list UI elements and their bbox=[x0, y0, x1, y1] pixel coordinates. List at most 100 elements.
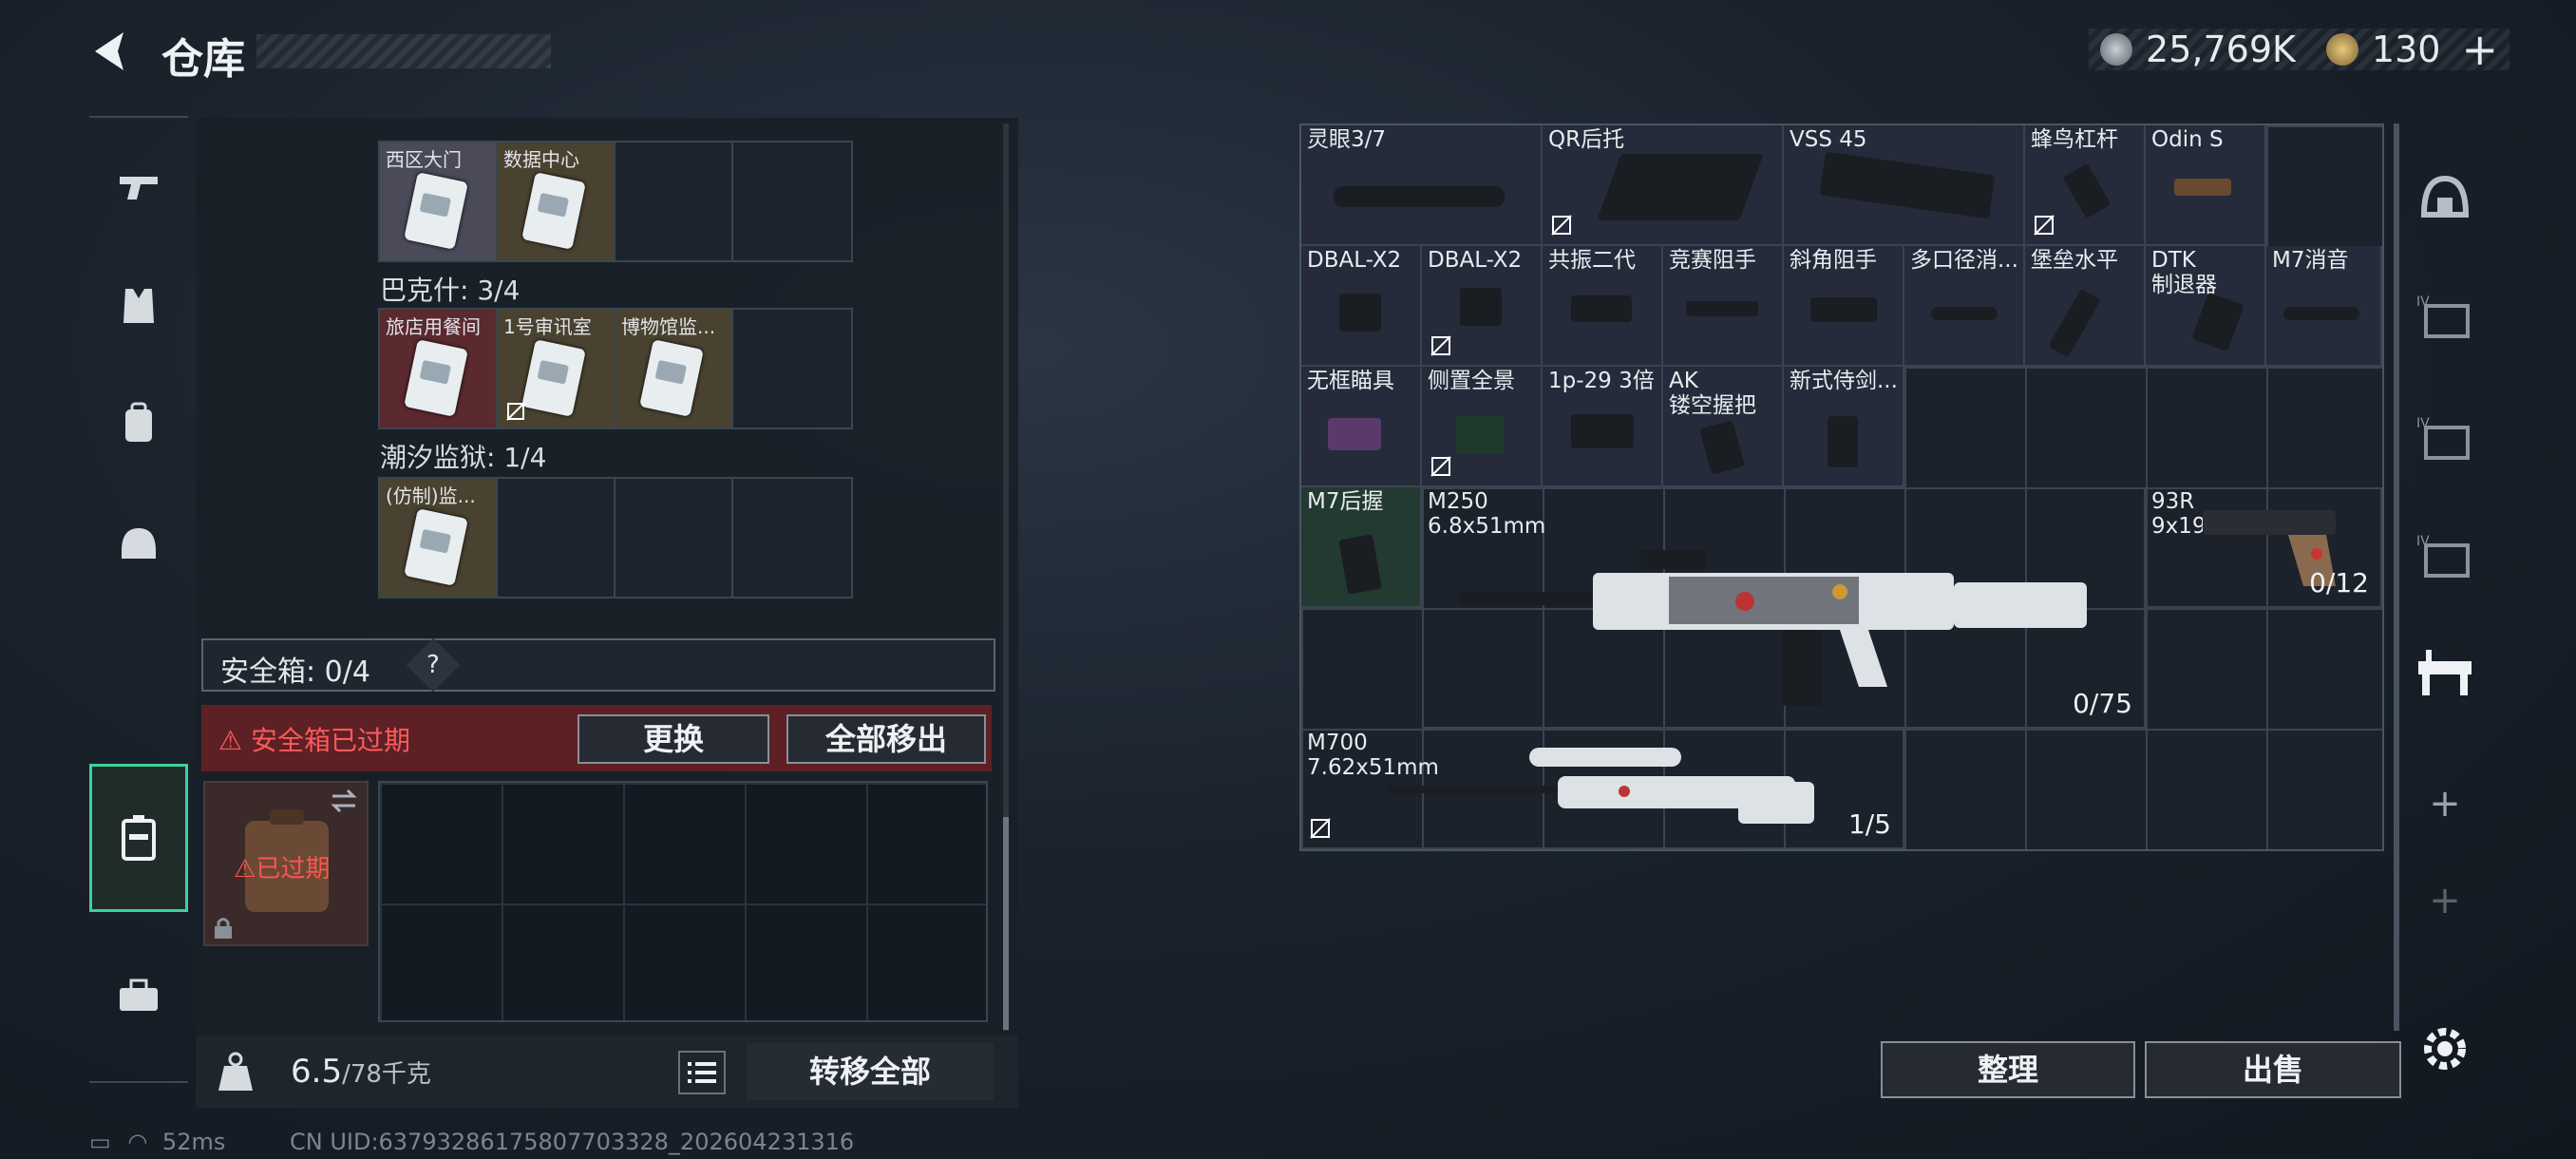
key-slot-empty[interactable] bbox=[616, 479, 733, 597]
item-name: M7后握 bbox=[1307, 489, 1384, 514]
tab-safe-box-iv-1[interactable]: IV bbox=[2401, 268, 2489, 367]
currency-bar: 25,769K 130 + bbox=[2089, 24, 2510, 75]
stash-item[interactable]: 竞赛阻手 bbox=[1663, 246, 1784, 367]
workbench-icon bbox=[2418, 650, 2472, 695]
key-slot[interactable]: 旅店用餐间 bbox=[380, 310, 498, 428]
helmet-outline-icon bbox=[2420, 175, 2470, 218]
key-slot[interactable]: 西区大门 bbox=[380, 142, 498, 260]
nav-toolbox[interactable] bbox=[89, 946, 188, 1045]
stash-item[interactable]: 新式侍剑... bbox=[1784, 367, 1904, 487]
tab-add-1[interactable]: + bbox=[2401, 754, 2489, 853]
key-name: 旅店用餐间 bbox=[386, 315, 481, 338]
silver-coin-icon bbox=[2100, 33, 2133, 66]
silver-currency-value: 25,769K bbox=[2146, 28, 2296, 70]
keycard-icon bbox=[521, 172, 586, 250]
sort-button[interactable]: 整理 bbox=[1881, 1041, 2135, 1098]
keycard-icon bbox=[404, 172, 468, 250]
stash-grid: 灵眼3/7 QR后托 VSS 45 蜂鸟杠杆 Odin S DBAL-X2 DB… bbox=[1299, 124, 2384, 851]
title-decoration bbox=[256, 34, 551, 68]
weight-icon bbox=[218, 1052, 253, 1091]
stash-item[interactable]: VSS 45 bbox=[1784, 125, 2025, 246]
scope-icon bbox=[1334, 186, 1505, 207]
stash-item[interactable]: Odin S bbox=[2146, 125, 2266, 246]
no-share-icon bbox=[1310, 818, 1331, 839]
stash-item[interactable]: 1p-29 3倍 bbox=[1543, 367, 1663, 487]
key-slot-empty[interactable] bbox=[616, 142, 733, 260]
key-slot[interactable]: 数据中心 bbox=[498, 142, 616, 260]
gold-currency-value: 130 bbox=[2371, 28, 2441, 70]
help-glyph: ? bbox=[426, 651, 440, 679]
stash-item[interactable]: 共振二代 bbox=[1543, 246, 1663, 367]
laser-icon bbox=[1339, 294, 1381, 332]
stash-item[interactable]: 斜角阻手 bbox=[1784, 246, 1904, 367]
key-slot[interactable]: 博物馆监... bbox=[616, 310, 733, 428]
stash-item[interactable]: 多口径消... bbox=[1904, 246, 2025, 367]
stash-item[interactable]: AK 镂空握把 bbox=[1663, 367, 1784, 487]
grip-icon bbox=[1571, 295, 1632, 322]
help-icon[interactable]: ? bbox=[406, 637, 461, 693]
key-group-label: 巴克什: 3/4 bbox=[380, 275, 521, 306]
settings-gear-icon[interactable] bbox=[2418, 1022, 2472, 1075]
key-slot-empty[interactable] bbox=[733, 310, 851, 428]
toolbox-icon bbox=[120, 978, 158, 1011]
stash-item[interactable]: QR后托 bbox=[1543, 125, 1784, 246]
nav-helmet[interactable] bbox=[89, 494, 188, 593]
sell-button[interactable]: 出售 bbox=[2145, 1041, 2401, 1098]
ammo-count: 0/75 bbox=[2073, 688, 2132, 719]
muzzle-icon bbox=[2048, 288, 2101, 358]
tab-workbench[interactable] bbox=[2401, 623, 2489, 722]
stash-item[interactable]: M250 6.8x51mm 0/75 bbox=[1422, 487, 2146, 729]
nav-weapons[interactable] bbox=[89, 137, 188, 236]
safebox-header: 安全箱: 0/4 ? bbox=[201, 637, 995, 693]
nav-backpack[interactable] bbox=[89, 374, 188, 473]
stash-item[interactable]: M7消音 bbox=[2266, 246, 2382, 367]
key-name: 数据中心 bbox=[503, 148, 579, 171]
stash-item[interactable]: DBAL-X2 bbox=[1301, 246, 1422, 367]
stash-item[interactable]: M7后握 bbox=[1301, 487, 1422, 608]
item-name: Odin S bbox=[2151, 127, 2224, 152]
tab-add-2[interactable]: + bbox=[2401, 851, 2489, 950]
add-currency-button[interactable]: + bbox=[2461, 24, 2498, 75]
back-arrow-icon[interactable] bbox=[85, 27, 135, 76]
right-scrollbar[interactable] bbox=[2394, 124, 2399, 1031]
safebox-grid[interactable] bbox=[378, 781, 988, 1022]
page-title: 仓库 bbox=[161, 35, 245, 84]
transfer-all-button[interactable]: 转移全部 bbox=[747, 1043, 994, 1100]
stash-item[interactable]: DBAL-X2 bbox=[1422, 246, 1543, 367]
stash-item[interactable]: 蜂鸟杠杆 bbox=[2025, 125, 2146, 246]
magazine-icon bbox=[1819, 151, 1996, 219]
key-slot-empty[interactable] bbox=[733, 479, 851, 597]
ping-value: 52ms bbox=[161, 1129, 226, 1155]
no-share-icon bbox=[2034, 215, 2055, 236]
tab-safe-box-iv-3[interactable]: IV bbox=[2401, 507, 2489, 606]
safebox-case-slot[interactable]: ⚠已过期 bbox=[203, 781, 369, 946]
key-slot[interactable]: (仿制)监... bbox=[380, 479, 498, 597]
stash-item[interactable]: 无框瞄具 bbox=[1301, 367, 1422, 487]
swap-button[interactable]: 更换 bbox=[578, 714, 769, 764]
move-all-out-button[interactable]: 全部移出 bbox=[786, 714, 986, 764]
key-name: 1号审讯室 bbox=[503, 315, 592, 338]
stash-item[interactable]: M700 7.62x51mm 1/5 bbox=[1301, 729, 1904, 849]
key-row-3: (仿制)监... bbox=[378, 477, 853, 598]
key-slot-empty[interactable] bbox=[498, 479, 616, 597]
stash-item[interactable]: DTK 制退器 bbox=[2146, 246, 2266, 367]
status-line: ▭ ◠ 52ms CN UID:6379328617580770332​8_20… bbox=[89, 1129, 854, 1155]
stash-item[interactable]: 灵眼3/7 bbox=[1301, 125, 1543, 246]
flashlight-icon bbox=[2174, 179, 2231, 196]
nav-armor[interactable] bbox=[89, 256, 188, 355]
stash-item[interactable]: 堡垒水平 bbox=[2025, 246, 2146, 367]
key-slot[interactable]: 1号审讯室 bbox=[498, 310, 616, 428]
item-name: 竞赛阻手 bbox=[1669, 248, 1756, 273]
item-name: 共振二代 bbox=[1548, 248, 1636, 273]
list-view-button[interactable] bbox=[678, 1051, 726, 1094]
item-name: 新式侍剑... bbox=[1790, 369, 1898, 393]
nav-safebox[interactable] bbox=[89, 764, 188, 912]
stash-item[interactable]: 侧置全景 bbox=[1422, 367, 1543, 487]
key-slot-empty[interactable] bbox=[733, 142, 851, 260]
svg-text:IV: IV bbox=[2416, 294, 2430, 310]
left-scrollbar-thumb[interactable] bbox=[1003, 817, 1009, 1030]
tab-safe-box-iv-2[interactable]: IV bbox=[2401, 390, 2489, 488]
tab-helmet-storage[interactable] bbox=[2401, 148, 2489, 247]
stash-item[interactable]: 93R 9x19mm 0/12 bbox=[2146, 487, 2382, 608]
ammo-count: 0/12 bbox=[2309, 567, 2369, 598]
